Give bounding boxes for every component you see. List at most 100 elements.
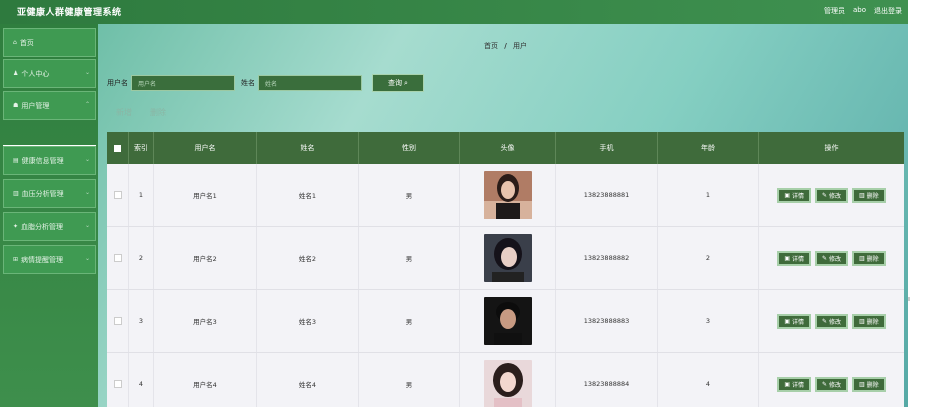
column-header-age: 年龄 [658,132,759,164]
delete-button[interactable]: ▥ 删除 [851,376,886,392]
select-all-checkbox[interactable] [107,132,129,164]
avatar [483,171,532,219]
delete-button[interactable]: ▥ 删除 [851,250,886,266]
cell-index: 3 [129,290,154,352]
cell-username: 用户名2 [154,227,257,289]
cell-operations: ▣ 详情 ✎ 修改 ▥ 删除 [759,290,904,352]
column-header-gender: 性别 [359,132,460,164]
cell-avatar [460,227,556,289]
row-checkbox[interactable] [107,227,129,289]
column-header-username: 用户名 [154,132,257,164]
column-header-name: 姓名 [257,132,359,164]
cell-index: 4 [129,353,154,407]
cell-name: 姓名4 [257,353,359,407]
list-icon: ▤ [13,157,19,164]
cell-gender: 男 [359,290,460,352]
users-icon: ☗ [13,102,19,109]
column-header-avatar: 头像 [460,132,556,164]
row-checkbox[interactable] [107,164,129,226]
column-header-index: 索引 [129,132,154,164]
delete-button[interactable]: ▥ 删除 [851,313,886,329]
username-input[interactable]: 用户名 [131,75,235,91]
username-label: 用户名 [107,79,128,87]
cell-name: 姓名1 [257,164,359,226]
chevron-down-icon: ⌄ [84,255,90,262]
top-bar: 亚健康人群健康管理系统 管理员 abo 退出登录 [0,0,908,24]
table-row: 3 用户名3 姓名3 男 13823888883 3 ▣ 详情 ✎ 修改 ▥ 删… [107,290,904,353]
row-checkbox[interactable] [107,290,129,352]
edit-button[interactable]: ✎ 修改 [815,187,848,203]
delete-button[interactable]: ▥ 删除 [851,187,886,203]
sidebar-item-profile[interactable]: ♟ 个人中心 ⌄ [3,59,96,88]
cell-operations: ▣ 详情 ✎ 修改 ▥ 删除 [759,227,904,289]
detail-button[interactable]: ▣ 详情 [777,313,812,329]
home-icon: ⌂ [13,39,17,46]
grid-icon: ⊞ [13,256,19,263]
edit-button[interactable]: ✎ 修改 [815,376,848,392]
cell-name: 姓名2 [257,227,359,289]
avatar [483,297,532,345]
sidebar-item-label: 血脂分析管理 [21,222,64,231]
cell-age: 1 [658,164,759,226]
detail-icon: ▣ [784,254,791,262]
sidebar-item-label: 健康信息管理 [21,156,64,165]
top-right-menu: 管理员 abo 退出登录 [824,6,902,16]
trash-icon: ▥ [858,191,865,199]
table-row: 1 用户名1 姓名1 男 13823888881 1 ▣ 详情 ✎ 修改 ▥ 删… [107,164,904,227]
table-row: 2 用户名2 姓名2 男 13823888882 2 ▣ 详情 ✎ 修改 ▥ 删… [107,227,904,290]
chevron-down-icon: ⌄ [84,69,90,76]
sidebar-item-blood-lipid[interactable]: ✦ 血脂分析管理 ⌄ [3,212,96,241]
cell-username: 用户名1 [154,164,257,226]
sidebar-item-home[interactable]: ⌂ 首页 [3,28,96,57]
logout-link[interactable]: 退出登录 [874,6,902,16]
cell-phone: 13823888883 [556,290,658,352]
chevron-down-icon: ⌄ [84,156,90,163]
app-title: 亚健康人群健康管理系统 [17,8,122,18]
current-user: abo [852,6,866,14]
breadcrumb: 首页 / 用户 [484,41,527,51]
role-label: 管理员 [823,7,845,15]
breadcrumb-current: 用户 [513,42,528,50]
avatar [483,234,532,282]
add-button[interactable]: 新增 [116,107,132,118]
chevron-down-icon: ⌄ [84,222,90,229]
sidebar: ⌂ 首页 ♟ 个人中心 ⌄ ☗ 用户管理 ⌃ 用户 ▤ 健康信息管理 ⌄ ▥ 血… [0,24,98,407]
detail-button[interactable]: ▣ 详情 [777,250,812,266]
cell-gender: 男 [359,227,460,289]
sidebar-item-reminder[interactable]: ⊞ 病情提醒管理 ⌄ [3,245,96,274]
edit-button[interactable]: ✎ 修改 [815,313,848,329]
detail-icon: ▣ [784,191,791,199]
search-icon: ⌕ [404,78,408,87]
trash-icon: ▥ [858,317,865,325]
sidebar-item-label: 病情提醒管理 [21,255,64,264]
sidebar-item-user-management[interactable]: ☗ 用户管理 ⌃ [3,91,96,120]
row-checkbox[interactable] [107,353,129,407]
cell-operations: ▣ 详情 ✎ 修改 ▥ 删除 [759,164,904,226]
sidebar-item-blood-pressure[interactable]: ▥ 血压分析管理 ⌄ [3,179,96,208]
edit-icon: ✎ [822,191,828,199]
edit-button[interactable]: ✎ 修改 [815,250,848,266]
name-input[interactable]: 姓名 [258,75,362,91]
edit-icon: ✎ [822,254,828,262]
cell-age: 2 [658,227,759,289]
cell-index: 2 [129,227,154,289]
sidebar-item-label: 血压分析管理 [21,189,64,198]
name-label: 姓名 [241,79,255,87]
sidebar-item-health-info[interactable]: ▤ 健康信息管理 ⌄ [3,146,96,175]
breadcrumb-separator: / [504,42,507,50]
batch-delete-button[interactable]: 删除 [150,107,166,118]
user-icon: ♟ [13,70,19,77]
search-bar: 用户名 用户名 姓名 姓名 查询 ⌕ [107,74,424,92]
scrollbar[interactable] [908,297,910,301]
detail-button[interactable]: ▣ 详情 [777,376,812,392]
cell-age: 4 [658,353,759,407]
query-button[interactable]: 查询 ⌕ [372,74,424,92]
cell-phone: 13823888881 [556,164,658,226]
main-content: 首页 / 用户 用户名 用户名 姓名 姓名 查询 ⌕ 新增 删除 索引 用户名 … [98,24,908,407]
avatar [483,360,532,407]
cell-phone: 13823888882 [556,227,658,289]
leaf-icon: ✦ [13,223,19,230]
detail-button[interactable]: ▣ 详情 [777,187,812,203]
breadcrumb-home[interactable]: 首页 [484,42,498,50]
sidebar-item-label: 用户管理 [21,101,50,110]
